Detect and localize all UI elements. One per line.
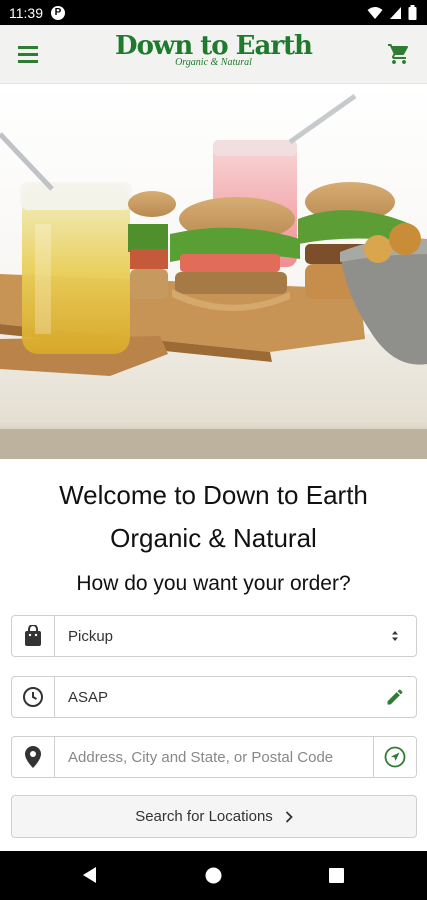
- home-circle-icon: [205, 867, 222, 884]
- status-bar: 11:39 P: [0, 0, 427, 25]
- address-field: [11, 736, 417, 778]
- order-time-value: ASAP: [68, 688, 109, 706]
- address-input[interactable]: [55, 737, 373, 777]
- cart-icon: [388, 44, 409, 64]
- clock-icon-container: [12, 677, 55, 717]
- order-method-select[interactable]: Pickup: [11, 615, 417, 657]
- wifi-icon: [367, 6, 383, 19]
- recents-button[interactable]: [329, 868, 344, 888]
- home-button[interactable]: [205, 867, 222, 889]
- order-time-field[interactable]: ASAP: [11, 676, 417, 718]
- battery-icon: [408, 5, 417, 20]
- status-icons: [367, 5, 417, 20]
- cart-button[interactable]: [387, 42, 411, 66]
- hero-image: [0, 84, 427, 459]
- search-locations-button[interactable]: Search for Locations: [11, 795, 417, 838]
- chevron-right-icon: [285, 810, 293, 823]
- app-header: Down to Earth Organic & Natural: [0, 25, 427, 84]
- location-pin-icon: [25, 746, 41, 768]
- welcome-line-2: Organic & Natural: [110, 523, 317, 553]
- notification-badge-icon: P: [51, 5, 65, 20]
- brand-logo: Down to Earth Organic & Natural: [0, 29, 427, 68]
- use-current-location-button[interactable]: [373, 737, 416, 777]
- brand-tagline: Organic & Natural: [175, 57, 252, 68]
- bag-icon-container: [12, 616, 55, 656]
- clock-icon: [23, 687, 43, 707]
- navigation-icon: [384, 746, 406, 768]
- dropdown-arrows-container: [374, 616, 416, 656]
- food-photo-icon: [0, 84, 427, 459]
- order-question: How do you want your order?: [76, 572, 351, 595]
- back-button[interactable]: [80, 865, 98, 890]
- recents-square-icon: [329, 868, 344, 883]
- pencil-icon: [387, 689, 403, 705]
- dropdown-arrows-icon: [392, 631, 398, 641]
- status-time: 11:39: [9, 4, 43, 21]
- welcome-heading: Welcome to Down to Earth Organic & Natur…: [0, 474, 427, 560]
- back-triangle-icon: [83, 867, 96, 883]
- welcome-line-1: Welcome to Down to Earth: [59, 480, 368, 510]
- system-nav-bar: [0, 851, 427, 900]
- signal-icon: [390, 6, 401, 19]
- order-method-value: Pickup: [68, 627, 114, 645]
- edit-time-button[interactable]: [374, 677, 416, 717]
- search-locations-label: Search for Locations: [135, 808, 273, 825]
- location-pin-container: [12, 737, 55, 777]
- shopping-bag-icon: [25, 625, 41, 646]
